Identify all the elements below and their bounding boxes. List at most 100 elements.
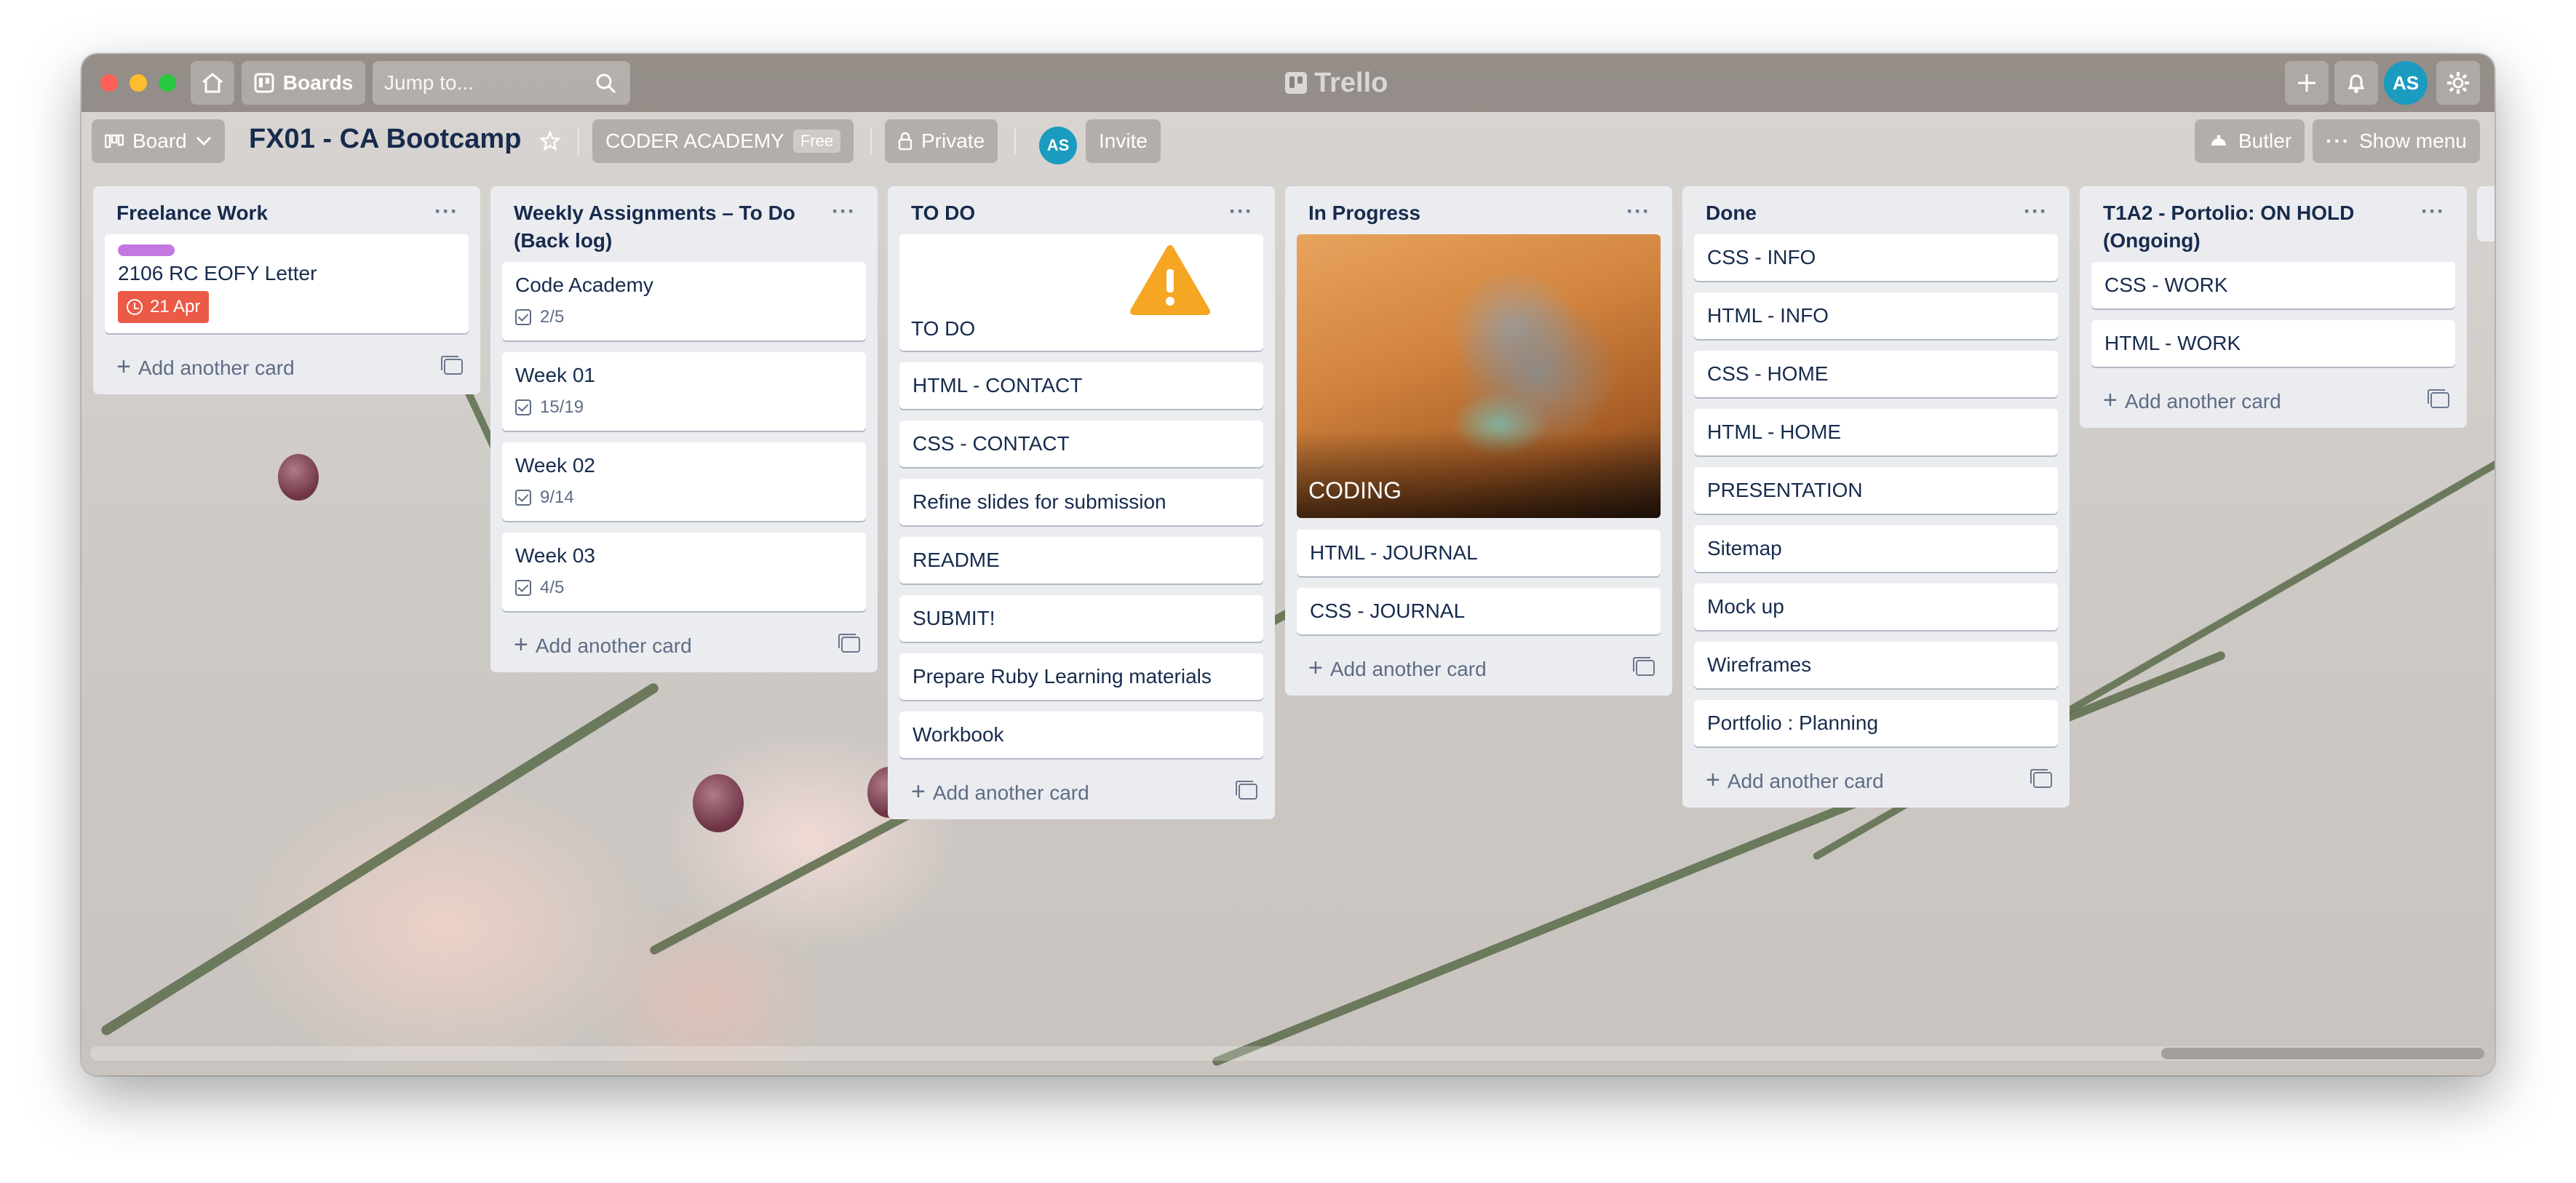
card[interactable]: HTML - WORK [2091, 320, 2455, 367]
team-plan-badge: Free [792, 130, 841, 153]
add-card-button[interactable]: + Add another card [1297, 646, 1661, 690]
card-title: README [913, 549, 1000, 571]
user-avatar[interactable]: AS [2384, 61, 2428, 105]
card-template-icon[interactable] [2428, 389, 2449, 408]
list-title[interactable]: In Progress [1308, 199, 1617, 227]
card[interactable]: Week 03 4/5 [502, 533, 866, 611]
list-title[interactable]: Done [1706, 199, 2014, 227]
board-title[interactable]: FX01 - CA Bootcamp [249, 124, 521, 155]
card-title: Week 03 [515, 544, 595, 567]
card-template-icon[interactable] [1236, 781, 1257, 800]
card[interactable]: CSS - INFO [1694, 234, 2058, 281]
card[interactable]: CSS - CONTACT [899, 421, 1263, 467]
add-card-button[interactable]: + Add another card [2091, 378, 2455, 422]
card[interactable]: CSS - JOURNAL [1297, 588, 1661, 634]
list-header[interactable]: Weekly Assignments – To Do (Back log) ··… [502, 186, 866, 262]
list-menu-icon[interactable]: ··· [2024, 199, 2048, 224]
add-card-button[interactable]: + Add another card [502, 623, 866, 666]
card[interactable]: CSS - HOME [1694, 351, 2058, 397]
list-title[interactable]: Weekly Assignments – To Do (Back log) [514, 199, 822, 255]
trello-window: Boards Jump to... Trello AS Board FX01 -… [82, 54, 2494, 1075]
list-menu-icon[interactable]: ··· [832, 199, 856, 224]
card-template-icon[interactable] [2030, 769, 2052, 788]
card-label-purple[interactable] [118, 244, 175, 256]
list-title[interactable]: Freelance Work [116, 199, 425, 227]
boards-button[interactable]: Boards [242, 61, 365, 105]
card-template-icon[interactable] [1633, 657, 1655, 676]
card-with-cover[interactable]: TO DO [899, 234, 1263, 351]
card[interactable]: Sitemap [1694, 525, 2058, 572]
next-list-partial[interactable] [2477, 186, 2494, 242]
board-member-avatar[interactable]: AS [1039, 127, 1077, 164]
list-header[interactable]: T1A2 - Portolio: ON HOLD (Ongoing) ··· [2091, 186, 2455, 262]
settings-button[interactable] [2436, 61, 2480, 105]
list-menu-icon[interactable]: ··· [1626, 199, 1650, 224]
list-header[interactable]: Done ··· [1694, 186, 2058, 234]
checklist-badge: 9/14 [515, 485, 853, 511]
board-view-switcher[interactable]: Board [92, 119, 225, 163]
card[interactable]: SUBMIT! [899, 595, 1263, 642]
card[interactable]: Wireframes [1694, 642, 2058, 688]
jump-to-search-input[interactable]: Jump to... [373, 61, 630, 105]
list-header[interactable]: TO DO ··· [899, 186, 1263, 234]
show-menu-button[interactable]: ··· Show menu [2313, 119, 2480, 163]
card[interactable]: README [899, 537, 1263, 583]
add-card-button[interactable]: + Add another card [105, 345, 469, 389]
card[interactable]: Code Academy 2/5 [502, 262, 866, 340]
card[interactable]: HTML - HOME [1694, 409, 2058, 455]
add-card-button[interactable]: + Add another card [899, 770, 1263, 813]
list-title[interactable]: TO DO [911, 199, 1220, 227]
home-button[interactable] [191, 61, 234, 105]
card-title: TO DO [911, 317, 976, 340]
card-title: PRESENTATION [1707, 479, 1863, 501]
star-board-button[interactable] [528, 119, 572, 163]
clock-icon [127, 299, 143, 315]
team-button[interactable]: CODER ACADEMY Free [592, 119, 854, 163]
card-title: HTML - HOME [1707, 421, 1842, 443]
zoom-window-button[interactable] [159, 74, 176, 92]
card[interactable]: CSS - WORK [2091, 262, 2455, 308]
butler-label: Butler [2238, 130, 2292, 152]
card[interactable]: Portfolio : Planning [1694, 700, 2058, 746]
card[interactable]: HTML - INFO [1694, 292, 2058, 339]
chevron-down-icon [196, 136, 211, 146]
horizontal-scrollbar[interactable] [90, 1046, 2484, 1061]
trello-logo[interactable]: Trello [1285, 65, 1388, 100]
card[interactable]: Mock up [1694, 583, 2058, 630]
card[interactable]: Week 02 9/14 [502, 442, 866, 521]
card-title: Portfolio : Planning [1707, 712, 1879, 734]
plus-icon: + [514, 630, 528, 658]
list-title[interactable]: T1A2 - Portolio: ON HOLD (Ongoing) [2103, 199, 2412, 255]
list-header[interactable]: Freelance Work ··· [105, 186, 469, 234]
list-header[interactable]: In Progress ··· [1297, 186, 1661, 234]
card[interactable]: Prepare Ruby Learning materials [899, 653, 1263, 700]
card-title: CSS - CONTACT [913, 432, 1070, 455]
scrollbar-thumb[interactable] [2161, 1048, 2484, 1059]
card-template-icon[interactable] [441, 356, 463, 375]
list-menu-icon[interactable]: ··· [2421, 199, 2445, 224]
close-window-button[interactable] [100, 74, 118, 92]
card[interactable]: HTML - JOURNAL [1297, 530, 1661, 576]
card[interactable]: 2106 RC EOFY Letter 21 Apr [105, 234, 469, 333]
card-title: Wireframes [1707, 653, 1812, 676]
create-button[interactable] [2285, 61, 2329, 105]
checklist-badge: 2/5 [515, 304, 853, 330]
visibility-button[interactable]: Private [885, 119, 998, 163]
list-menu-icon[interactable]: ··· [434, 199, 458, 224]
notifications-button[interactable] [2334, 61, 2378, 105]
list-menu-icon[interactable]: ··· [1229, 199, 1253, 224]
butler-button[interactable]: Butler [2195, 119, 2305, 163]
card[interactable]: Refine slides for submission [899, 479, 1263, 525]
card[interactable]: Workbook [899, 712, 1263, 758]
plus-icon: + [116, 352, 131, 381]
invite-button[interactable]: Invite [1086, 119, 1161, 163]
card[interactable]: Week 01 15/19 [502, 352, 866, 431]
card-template-icon[interactable] [838, 634, 860, 653]
card[interactable]: HTML - CONTACT [899, 362, 1263, 409]
add-card-button[interactable]: + Add another card [1694, 758, 2058, 802]
card[interactable]: PRESENTATION [1694, 467, 2058, 514]
minimize-window-button[interactable] [130, 74, 147, 92]
due-date-badge[interactable]: 21 Apr [118, 291, 210, 323]
cover-shade [1297, 431, 1661, 518]
card-with-cover[interactable]: CODING [1297, 234, 1661, 518]
